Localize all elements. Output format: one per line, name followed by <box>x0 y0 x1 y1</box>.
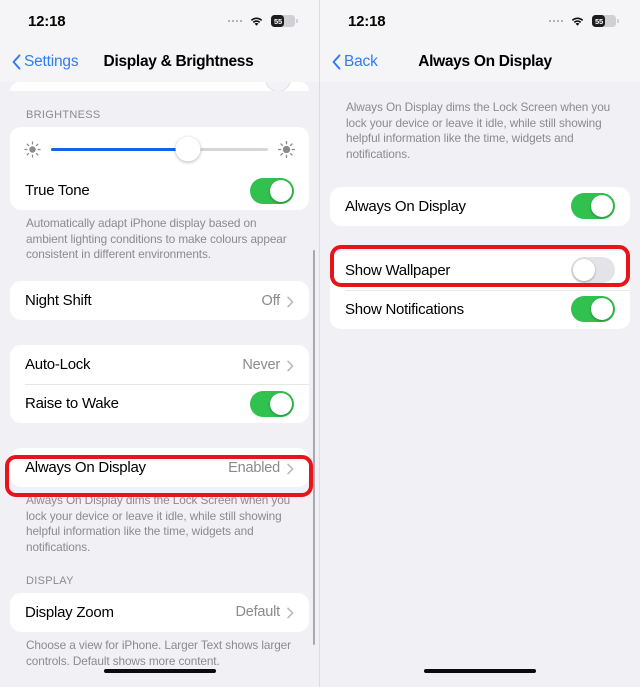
raise-to-wake-toggle[interactable] <box>250 390 294 417</box>
wifi-icon <box>570 16 585 27</box>
show-wallpaper-label: Show Wallpaper <box>345 261 451 279</box>
raise-to-wake-label: Raise to Wake <box>25 395 119 413</box>
brightness-slider-knob[interactable] <box>175 136 201 162</box>
back-button-label: Settings <box>24 53 79 70</box>
chevron-right-icon <box>287 359 294 371</box>
status-bar: 12:18 55 <box>0 0 319 42</box>
show-notifications-row[interactable]: Show Notifications <box>330 289 630 329</box>
lock-group: Auto-Lock Never Raise to Wake <box>10 345 309 424</box>
always-on-display-description: Always On Display dims the Lock Screen w… <box>346 100 611 162</box>
right-screen-always-on-display: 12:18 55 Back Always On Display Always O… <box>320 0 640 687</box>
always-on-display-row[interactable]: Always On Display <box>330 187 630 226</box>
always-on-display-toggle[interactable] <box>571 193 615 220</box>
true-tone-label: True Tone <box>25 182 90 199</box>
always-on-display-group: Always On Display Enabled <box>10 448 309 488</box>
back-button-settings[interactable]: Settings <box>12 53 79 71</box>
brightness-slider-row[interactable] <box>10 127 309 171</box>
always-on-display-label: Always On Display <box>25 459 146 477</box>
battery-icon: 55 <box>271 15 298 27</box>
dual-screenshot-container: 12:18 55 Settings Display & Brightness B… <box>0 0 640 687</box>
battery-percent-label: 55 <box>274 16 282 26</box>
show-notifications-toggle[interactable] <box>571 296 615 323</box>
auto-lock-row[interactable]: Auto-Lock Never <box>10 345 309 384</box>
brightness-group: True Tone <box>10 127 309 210</box>
auto-lock-value: Never <box>242 356 280 373</box>
night-shift-group: Night Shift Off <box>10 281 309 321</box>
battery-icon: 55 <box>592 15 619 27</box>
auto-lock-label: Auto-Lock <box>25 356 91 374</box>
display-zoom-value: Default <box>235 604 280 621</box>
true-tone-toggle[interactable] <box>250 177 294 204</box>
brightness-footnote: Automatically adapt iPhone display based… <box>26 216 287 262</box>
night-shift-value: Off <box>261 292 281 309</box>
show-wallpaper-row[interactable]: Show Wallpaper <box>330 251 630 290</box>
back-button-label: Back <box>344 53 378 70</box>
night-shift-label: Night Shift <box>25 292 92 310</box>
display-zoom-footnote: Choose a view for iPhone. Larger Text sh… <box>26 637 291 668</box>
navigation-bar: Settings Display & Brightness <box>0 42 319 82</box>
display-section-header: DISPLAY <box>26 574 74 587</box>
right-scroll-content: Always On Display dims the Lock Screen w… <box>320 82 640 329</box>
always-on-display-value: Enabled <box>228 459 280 476</box>
chevron-left-icon <box>12 54 21 70</box>
signal-dots-icon <box>228 20 242 22</box>
show-wallpaper-toggle[interactable] <box>571 257 615 284</box>
partial-option-knob <box>265 82 291 91</box>
always-on-display-footnote: Always On Display dims the Lock Screen w… <box>26 493 291 555</box>
home-indicator <box>424 668 536 673</box>
status-bar-indicators: 55 <box>549 15 619 27</box>
chevron-right-icon <box>287 462 294 474</box>
display-zoom-row[interactable]: Display Zoom Default <box>10 593 309 632</box>
left-screen-display-brightness: 12:18 55 Settings Display & Brightness B… <box>0 0 320 687</box>
home-indicator <box>103 668 216 673</box>
partial-scrolled-row <box>10 82 309 91</box>
status-bar-time: 12:18 <box>348 12 386 30</box>
always-on-display-row[interactable]: Always On Display Enabled <box>10 448 309 487</box>
status-bar-indicators: 55 <box>228 15 298 27</box>
scrollbar-vertical[interactable] <box>312 250 315 645</box>
brightness-section-header: BRIGHTNESS <box>26 109 101 121</box>
chevron-left-icon <box>332 54 341 70</box>
raise-to-wake-row[interactable]: Raise to Wake <box>10 384 309 423</box>
chevron-right-icon <box>287 606 294 619</box>
night-shift-row[interactable]: Night Shift Off <box>10 281 309 320</box>
brightness-high-icon <box>277 140 296 158</box>
display-zoom-label: Display Zoom <box>25 603 114 621</box>
left-scroll-content: BRIGHTNESS True Tone Automatically adapt… <box>0 91 319 669</box>
brightness-low-icon <box>24 140 41 158</box>
wifi-icon <box>249 16 264 27</box>
status-bar-time: 12:18 <box>28 12 66 30</box>
status-bar: 12:18 55 <box>320 0 640 42</box>
true-tone-row[interactable]: True Tone <box>10 171 309 210</box>
always-on-display-toggle-group: Always On Display <box>330 186 630 226</box>
chevron-right-icon <box>287 295 294 307</box>
display-zoom-group: Display Zoom Default <box>10 592 309 632</box>
navigation-bar: Back Always On Display <box>320 42 640 82</box>
show-notifications-label: Show Notifications <box>345 300 464 318</box>
back-button[interactable]: Back <box>332 53 378 71</box>
brightness-track[interactable] <box>51 136 268 162</box>
battery-percent-label: 55 <box>595 16 603 26</box>
signal-dots-icon <box>549 20 563 22</box>
always-on-display-label: Always On Display <box>345 197 466 215</box>
options-group: Show Wallpaper Show Notifications <box>330 250 630 329</box>
